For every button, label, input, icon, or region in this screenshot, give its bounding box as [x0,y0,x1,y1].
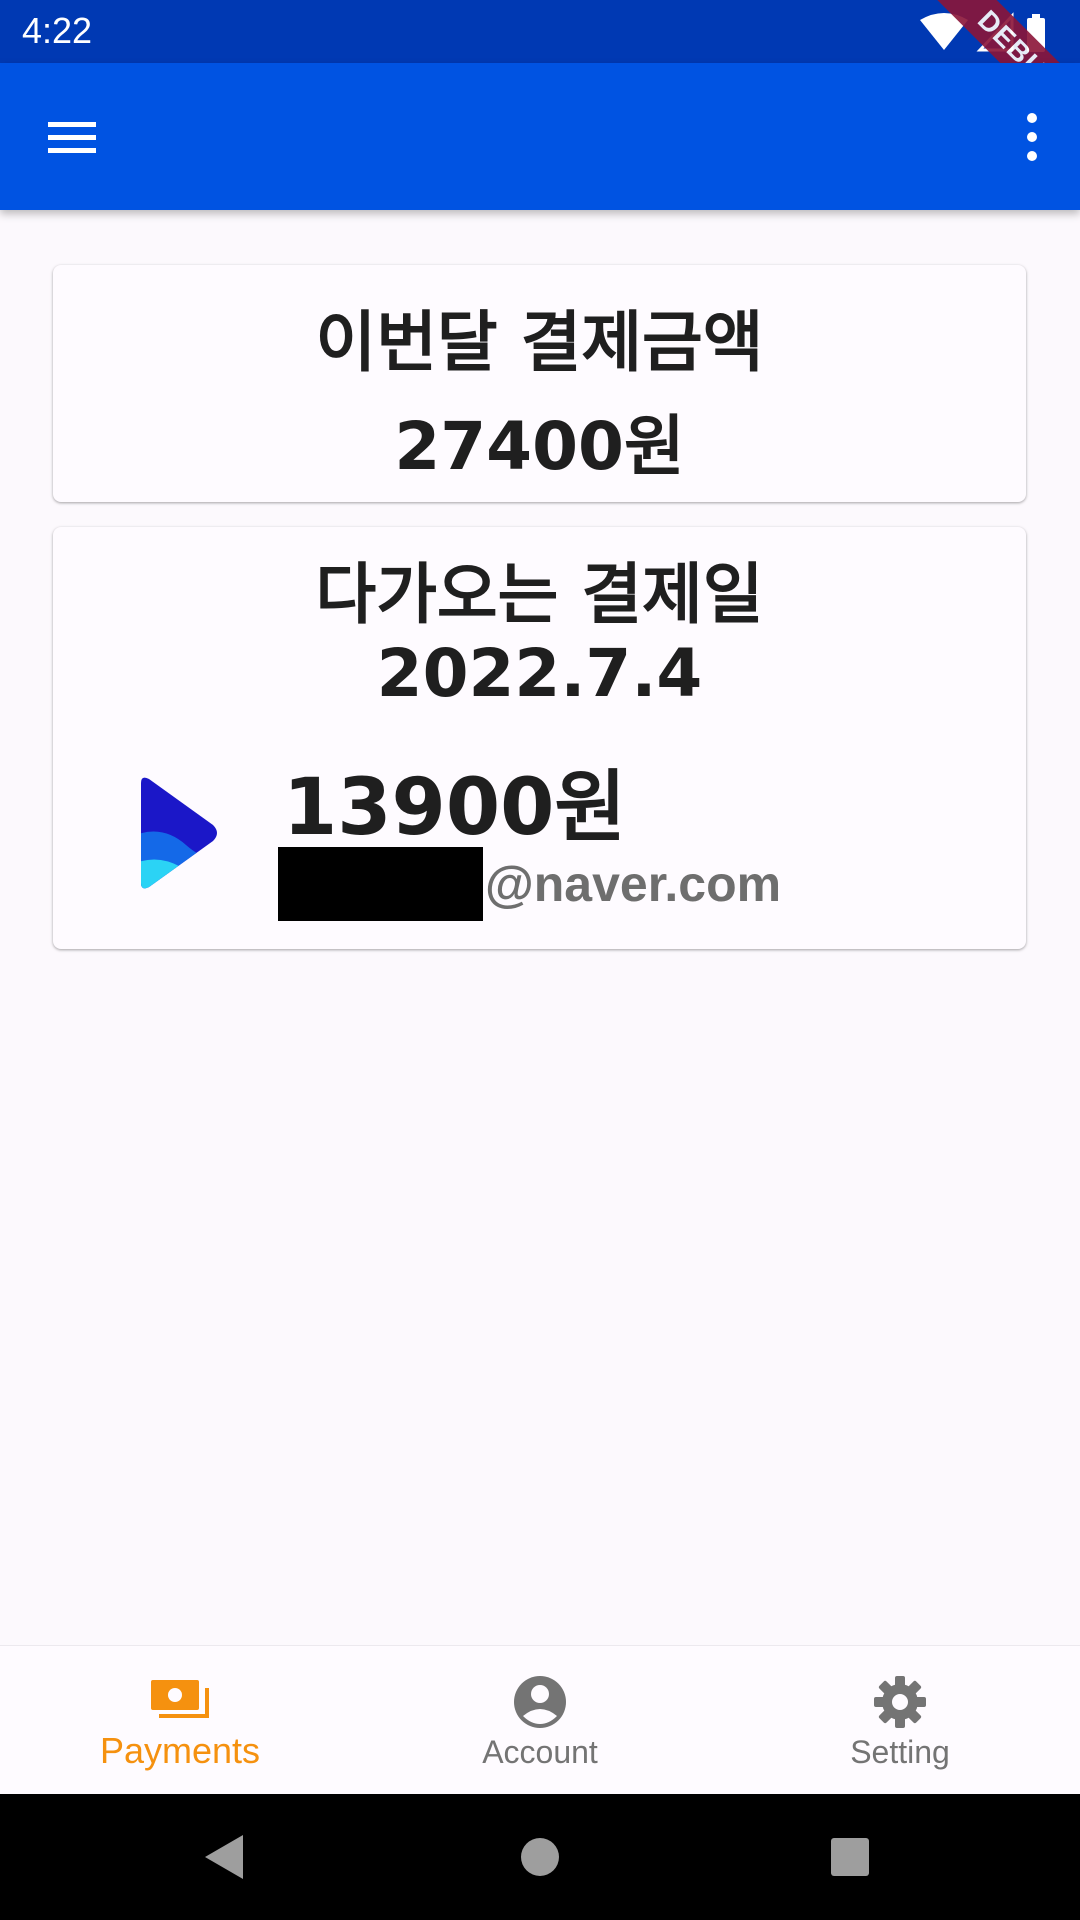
upcoming-payment-date: 2022.7.4 [376,635,703,712]
nav-label-payments: Payments [99,1730,261,1771]
home-icon[interactable] [510,1827,570,1887]
back-icon[interactable] [195,1827,255,1887]
nav-label-account: Account [482,1734,598,1770]
nav-item-setting[interactable]: Setting [720,1646,1080,1795]
more-vert-icon[interactable] [1000,105,1064,169]
account-circle-icon [514,1676,566,1728]
app-bar [0,63,1080,210]
nav-label-setting: Setting [850,1734,950,1770]
nav-item-account[interactable]: Account [360,1646,720,1795]
monthly-total-amount: 27400원 [394,408,685,485]
subscription-account: @naver.com [278,847,781,921]
bottom-navigation: Payments Account Setting [0,1645,1080,1795]
system-navigation-bar [0,1794,1080,1920]
status-time: 4:22 [22,10,93,51]
status-bar: 4:22 [0,0,1080,63]
play-logo-icon [141,777,217,889]
redacted-email-user [278,847,483,921]
monthly-total-card: 이번달 결제금액 27400원 [53,265,1026,502]
settings-gear-icon [874,1676,926,1728]
upcoming-payment-title: 다가오는 결제일 [315,556,764,633]
app-screen: 4:22 DEBUG 이번달 결제금액 27400원 다가오는 결제일 2022… [0,0,1080,1920]
upcoming-payment-card[interactable]: 다가오는 결제일 2022.7.4 13900원 @naver.com [53,527,1026,949]
subscription-amount: 13900원 [283,763,627,853]
monthly-total-title: 이번달 결제금액 [315,304,764,381]
subscription-email-domain: @naver.com [485,856,782,912]
menu-icon[interactable] [36,105,108,169]
nav-item-payments[interactable]: Payments [0,1646,360,1795]
payments-icon [151,1680,209,1718]
recents-icon[interactable] [820,1827,880,1887]
